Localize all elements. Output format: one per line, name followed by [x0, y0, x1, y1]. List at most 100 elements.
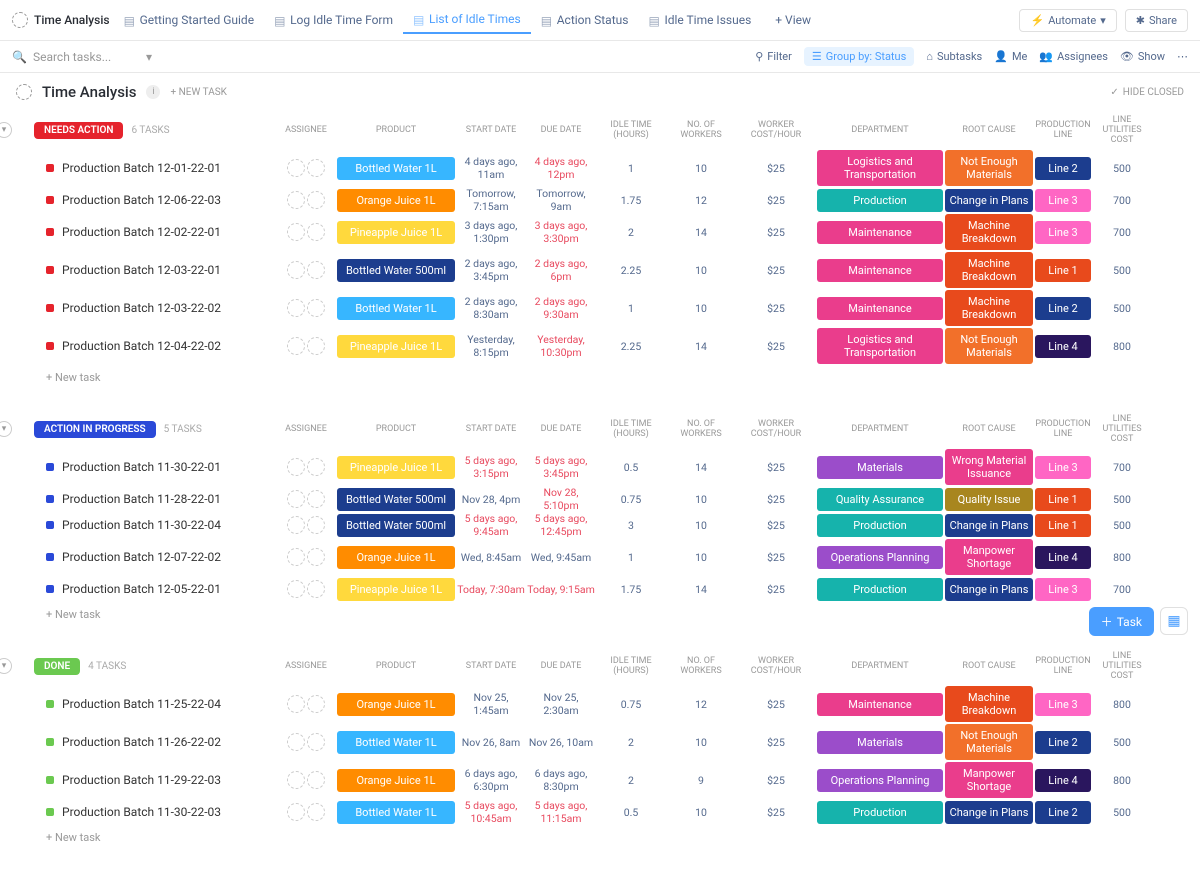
collapse-icon[interactable]: ▾: [0, 421, 12, 437]
status-pill[interactable]: NEEDS ACTION: [34, 122, 123, 139]
due-date[interactable]: 2 days ago, 9:30am: [526, 295, 596, 321]
column-header[interactable]: ASSIGNEE: [276, 661, 336, 671]
root-cause-chip[interactable]: Manpower Shortage: [945, 539, 1033, 575]
product-chip[interactable]: Bottled Water 1L: [337, 297, 455, 320]
column-header[interactable]: DEPARTMENT: [816, 661, 944, 671]
assignee-cell[interactable]: [276, 580, 336, 598]
root-cause-chip[interactable]: Machine Breakdown: [945, 290, 1033, 326]
table-row[interactable]: Production Batch 11-25-22-04Orange Juice…: [16, 685, 1184, 723]
department-chip[interactable]: Maintenance: [817, 221, 943, 244]
root-cause-chip[interactable]: Wrong Material Issuance: [945, 449, 1033, 485]
start-date[interactable]: 4 days ago, 11am: [456, 155, 526, 181]
more-button[interactable]: ⋯: [1177, 50, 1188, 63]
column-header[interactable]: NO. OF WORKERS: [666, 419, 736, 439]
column-header[interactable]: START DATE: [456, 125, 526, 135]
new-task-fab[interactable]: ＋Task: [1089, 607, 1154, 636]
start-date[interactable]: 3 days ago, 1:30pm: [456, 219, 526, 245]
assignee-cell[interactable]: [276, 771, 336, 789]
department-chip[interactable]: Quality Assurance: [817, 488, 943, 511]
product-chip[interactable]: Orange Juice 1L: [337, 546, 455, 569]
line-chip[interactable]: Line 3: [1035, 693, 1091, 716]
column-header[interactable]: DUE DATE: [526, 661, 596, 671]
start-date[interactable]: 5 days ago, 3:15pm: [456, 454, 526, 480]
tab-idle-time-issues[interactable]: ▤Idle Time Issues: [638, 6, 761, 34]
product-chip[interactable]: Pineapple Juice 1L: [337, 578, 455, 601]
due-date[interactable]: Yesterday, 10:30pm: [526, 333, 596, 359]
line-chip[interactable]: Line 1: [1035, 259, 1091, 282]
subtasks-button[interactable]: ⌂Subtasks: [926, 50, 982, 63]
department-chip[interactable]: Maintenance: [817, 259, 943, 282]
root-cause-chip[interactable]: Machine Breakdown: [945, 214, 1033, 250]
me-button[interactable]: 👤Me: [994, 50, 1027, 63]
assignee-cell[interactable]: [276, 458, 336, 476]
start-date[interactable]: 5 days ago, 9:45am: [456, 512, 526, 538]
assignee-cell[interactable]: [276, 223, 336, 241]
due-date[interactable]: Wed, 9:45am: [526, 551, 596, 564]
department-chip[interactable]: Production: [817, 514, 943, 537]
column-header[interactable]: START DATE: [456, 661, 526, 671]
column-header[interactable]: DUE DATE: [526, 125, 596, 135]
root-cause-chip[interactable]: Machine Breakdown: [945, 252, 1033, 288]
tab-list-of-idle-times[interactable]: ▤List of Idle Times: [403, 6, 531, 34]
share-button[interactable]: ✱ Share: [1125, 9, 1188, 32]
due-date[interactable]: 5 days ago, 12:45pm: [526, 512, 596, 538]
search-input[interactable]: 🔍 Search tasks... ▾: [12, 50, 152, 64]
due-date[interactable]: Nov 28, 5:10pm: [526, 486, 596, 512]
table-row[interactable]: Production Batch 11-26-22-02Bottled Wate…: [16, 723, 1184, 761]
table-row[interactable]: Production Batch 11-30-22-03Bottled Wate…: [16, 799, 1184, 825]
line-chip[interactable]: Line 3: [1035, 578, 1091, 601]
due-date[interactable]: Nov 25, 2:30am: [526, 691, 596, 717]
show-button[interactable]: 👁Show: [1120, 50, 1165, 63]
product-chip[interactable]: Bottled Water 1L: [337, 801, 455, 824]
column-header[interactable]: IDLE TIME (HOURS): [596, 419, 666, 439]
department-chip[interactable]: Production: [817, 801, 943, 824]
root-cause-chip[interactable]: Change in Plans: [945, 578, 1033, 601]
table-row[interactable]: Production Batch 11-30-22-04Bottled Wate…: [16, 512, 1184, 538]
table-row[interactable]: Production Batch 12-05-22-01Pineapple Ju…: [16, 576, 1184, 602]
department-chip[interactable]: Operations Planning: [817, 546, 943, 569]
line-chip[interactable]: Line 1: [1035, 514, 1091, 537]
group-by-button[interactable]: ☰Group by: Status: [804, 47, 914, 66]
start-date[interactable]: Today, 7:30am: [456, 583, 526, 596]
product-chip[interactable]: Pineapple Juice 1L: [337, 456, 455, 479]
line-chip[interactable]: Line 4: [1035, 546, 1091, 569]
filter-button[interactable]: ⚲Filter: [755, 50, 792, 63]
department-chip[interactable]: Maintenance: [817, 693, 943, 716]
line-chip[interactable]: Line 4: [1035, 335, 1091, 358]
new-task-row[interactable]: + New task: [16, 602, 1184, 627]
add-view-button[interactable]: + View: [765, 7, 821, 33]
table-row[interactable]: Production Batch 12-02-22-01Pineapple Ju…: [16, 213, 1184, 251]
assignee-cell[interactable]: [276, 337, 336, 355]
column-header[interactable]: WORKER COST/HOUR: [736, 120, 816, 140]
product-chip[interactable]: Pineapple Juice 1L: [337, 221, 455, 244]
column-header[interactable]: PRODUCTION LINE: [1034, 656, 1092, 676]
department-chip[interactable]: Logistics and Transportation: [817, 328, 943, 364]
start-date[interactable]: 5 days ago, 10:45am: [456, 799, 526, 825]
department-chip[interactable]: Operations Planning: [817, 769, 943, 792]
root-cause-chip[interactable]: Change in Plans: [945, 801, 1033, 824]
assignee-cell[interactable]: [276, 261, 336, 279]
start-date[interactable]: Yesterday, 8:15pm: [456, 333, 526, 359]
column-header[interactable]: DUE DATE: [526, 424, 596, 434]
automate-button[interactable]: ⚡ Automate ▾: [1019, 9, 1116, 32]
product-chip[interactable]: Bottled Water 1L: [337, 731, 455, 754]
start-date[interactable]: 2 days ago, 3:45pm: [456, 257, 526, 283]
column-header[interactable]: DEPARTMENT: [816, 424, 944, 434]
column-header[interactable]: PRODUCT: [336, 424, 456, 434]
column-header[interactable]: LINE UTILITIES COST: [1092, 651, 1152, 681]
department-chip[interactable]: Logistics and Transportation: [817, 150, 943, 186]
column-header[interactable]: IDLE TIME (HOURS): [596, 656, 666, 676]
department-chip[interactable]: Production: [817, 189, 943, 212]
start-date[interactable]: Nov 26, 8am: [456, 736, 526, 749]
start-date[interactable]: Tomorrow, 7:15am: [456, 187, 526, 213]
root-cause-chip[interactable]: Change in Plans: [945, 189, 1033, 212]
due-date[interactable]: Tomorrow, 9am: [526, 187, 596, 213]
due-date[interactable]: Nov 26, 10am: [526, 736, 596, 749]
start-date[interactable]: 2 days ago, 8:30am: [456, 295, 526, 321]
root-cause-chip[interactable]: Manpower Shortage: [945, 762, 1033, 798]
status-pill[interactable]: ACTION IN PROGRESS: [34, 421, 156, 438]
start-date[interactable]: Wed, 8:45am: [456, 551, 526, 564]
product-chip[interactable]: Bottled Water 500ml: [337, 488, 455, 511]
department-chip[interactable]: Materials: [817, 456, 943, 479]
table-row[interactable]: Production Batch 12-03-22-01Bottled Wate…: [16, 251, 1184, 289]
